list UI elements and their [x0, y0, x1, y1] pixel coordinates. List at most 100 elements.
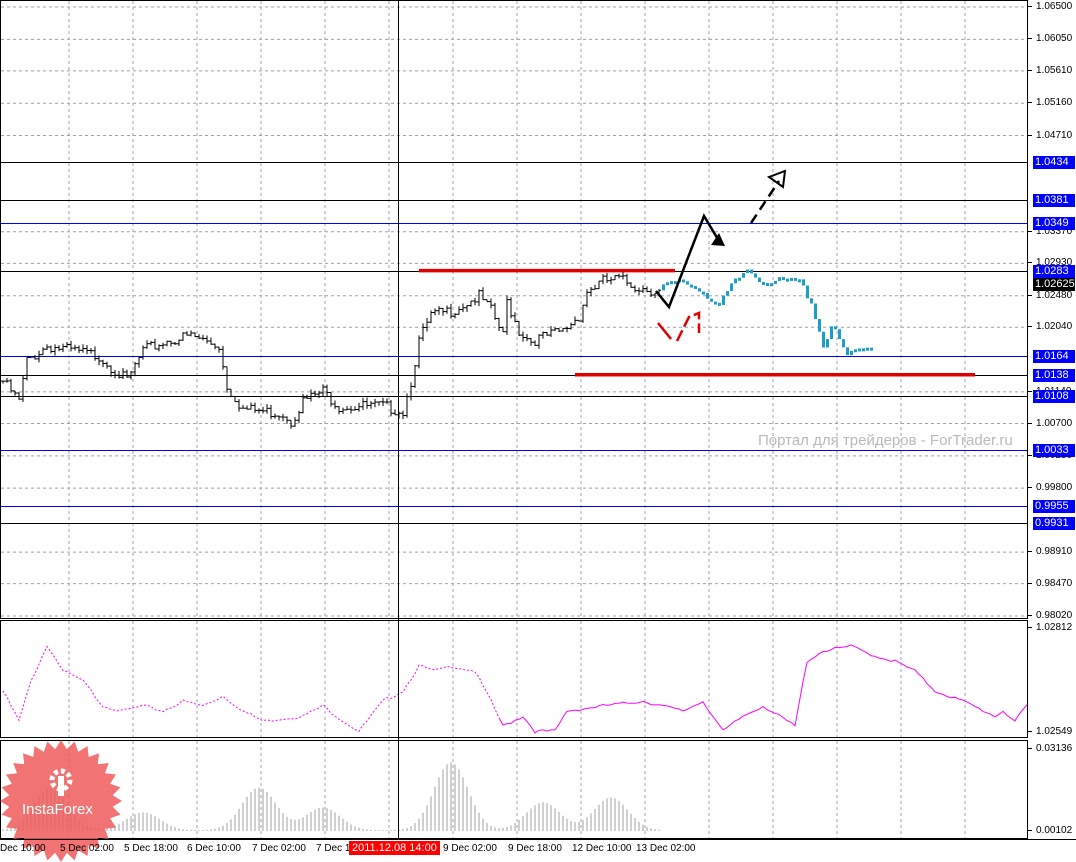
price-bar	[1, 380, 5, 384]
time-label: Dec 10:00	[0, 843, 46, 854]
price-bar	[613, 275, 617, 281]
price-bar	[629, 282, 633, 288]
price-level-label: 1.0108	[1033, 389, 1075, 403]
price-bar	[345, 406, 349, 411]
crosshair-date-label: 2011.12.08 14:00	[349, 841, 440, 855]
forecast-bar	[862, 348, 865, 352]
price-bar	[561, 327, 565, 332]
price-bar	[169, 340, 173, 347]
price-bar	[85, 344, 89, 355]
price-bar	[161, 342, 165, 350]
forecast-bar	[814, 303, 817, 319]
price-bar	[165, 340, 169, 347]
forecast-bar	[846, 347, 849, 356]
price-bar	[541, 331, 545, 339]
price-bar	[49, 345, 53, 354]
price-bar	[73, 344, 77, 351]
forecast-bar	[842, 339, 845, 348]
price-bar	[145, 340, 149, 349]
price-bar	[65, 342, 69, 348]
price-bar	[177, 339, 181, 346]
forecast-bar	[738, 277, 741, 281]
forecast-bar	[854, 349, 857, 353]
price-bar	[373, 398, 377, 408]
price-bar	[181, 332, 185, 341]
price-bar	[121, 367, 125, 380]
forecast-bar	[698, 288, 701, 292]
price-bar	[313, 390, 317, 397]
price-bar	[9, 378, 13, 393]
price-bar	[81, 344, 85, 353]
histogram-axis: 0.03136 0.00102	[1027, 740, 1076, 839]
price-bar	[61, 343, 65, 353]
price-bar	[185, 331, 189, 336]
arrowhead-icon	[711, 233, 725, 246]
forecast-bar	[726, 291, 729, 296]
forecast-bar	[822, 331, 825, 348]
time-label: 5 Dec 02:00	[60, 843, 114, 854]
price-bar	[385, 398, 389, 405]
price-axis[interactable]: 1.06500 1.06050 1.05610 1.05160 1.04710 1.033…	[1027, 0, 1076, 621]
price-bar	[601, 274, 605, 285]
oscillator-axis: 1.02812 1.02549	[1027, 620, 1076, 738]
forecast-bar	[766, 283, 769, 287]
price-bar	[125, 369, 129, 378]
price-bar	[321, 384, 325, 397]
forecast-bar	[742, 273, 745, 278]
price-bar	[329, 392, 333, 407]
time-label: 12 Dec 10:00	[572, 843, 632, 854]
price-bar	[293, 417, 297, 427]
oscillator-pane[interactable]	[0, 620, 1028, 738]
price-bar	[553, 327, 557, 331]
price-bar	[457, 306, 461, 315]
forecast-bar	[794, 277, 797, 281]
price-chart-pane[interactable]: Портал для трейдеров - ForTrader.ru	[0, 0, 1028, 619]
forecast-bar	[750, 269, 753, 274]
price-bar	[261, 406, 265, 414]
price-bar	[401, 410, 405, 420]
price-bar	[409, 382, 413, 401]
time-label: 5 Dec 18:00	[124, 843, 178, 854]
price-bar	[525, 333, 529, 342]
time-axis[interactable]: Dec 10:00 5 Dec 02:00 5 Dec 18:00 6 Dec …	[0, 839, 1076, 860]
price-bar	[141, 345, 145, 360]
price-bar	[365, 397, 369, 409]
price-bar	[581, 304, 585, 323]
histogram-pane[interactable]	[0, 740, 1028, 839]
price-bar	[545, 331, 549, 336]
price-bar	[389, 399, 393, 417]
price-bar	[453, 313, 457, 319]
forecast-bar	[834, 326, 837, 330]
time-label: 13 Dec 02:00	[636, 843, 696, 854]
price-bar	[209, 337, 213, 345]
price-bar	[537, 334, 541, 349]
oscillator-line	[498, 644, 1027, 734]
price-bar	[349, 405, 353, 414]
histogram-max-label: 0.03136	[1027, 743, 1073, 754]
price-bar	[417, 335, 421, 369]
price-level-label: 1.0033	[1033, 443, 1075, 457]
price-bar	[309, 389, 313, 402]
price-bar	[493, 302, 497, 320]
price-bar	[213, 343, 217, 350]
price-bar	[33, 355, 37, 360]
price-bar	[341, 407, 345, 414]
price-bar	[473, 297, 477, 306]
red-dash-mark	[657, 322, 672, 340]
price-bar	[225, 366, 229, 393]
forecast-bar	[762, 282, 765, 286]
forecast-bar	[734, 278, 737, 284]
forecast-bar	[754, 273, 757, 278]
price-bar	[137, 356, 141, 368]
price-bar	[577, 319, 581, 322]
forecast-bar	[774, 280, 777, 284]
price-bar	[529, 337, 533, 346]
price-chart	[1, 1, 1027, 618]
price-bar	[269, 404, 273, 420]
price-bar	[217, 346, 221, 353]
price-bar	[285, 416, 289, 424]
price-bar	[449, 303, 453, 319]
price-bar	[513, 312, 517, 323]
forecast-bar	[666, 282, 669, 286]
time-label: 9 Dec 02:00	[443, 843, 497, 854]
